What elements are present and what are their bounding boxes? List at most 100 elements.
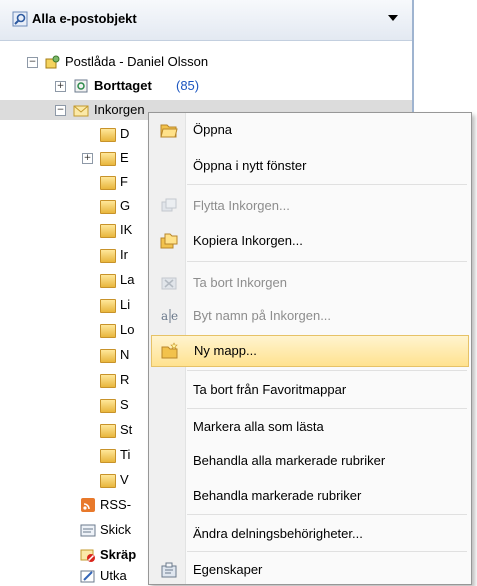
tree-item-label: RSS- [100,497,132,512]
tree-item-label: Ir [120,247,128,262]
folder-icon [100,299,116,313]
collapse-icon[interactable]: − [27,57,38,68]
tree-item-subfolder[interactable]: La [0,270,148,290]
menu-item-sharing-permissions[interactable]: Ändra delningsbehörigheter... [151,519,469,549]
tree-item-subfolder[interactable]: S [0,395,148,415]
menu-item-label: Ändra delningsbehörigheter... [193,526,363,541]
folder-icon [100,274,116,288]
menu-item-open-new-window[interactable]: Öppna i nytt fönster [151,151,469,181]
tree-item-subfolder[interactable]: N [0,345,148,365]
folder-icon [100,449,116,463]
tree-item-label: IK [120,222,133,237]
folder-icon [100,324,116,338]
tree-item-label: Skräp [100,547,137,562]
tree-item-subfolder[interactable]: Lo [0,320,148,340]
tree-item-subfolder[interactable]: R [0,370,148,390]
menu-item-rename[interactable]: a e Byt namn på Inkorgen... [151,301,469,331]
tree-item-rss[interactable]: RSS- [0,495,148,515]
drafts-icon [80,570,95,583]
folder-icon [100,176,116,190]
tree-item-label: R [120,372,130,387]
folder-icon [100,152,116,166]
inbox-icon [73,105,89,117]
properties-icon [161,562,177,578]
folder-icon [100,399,116,413]
tree-item-label: Utka [100,568,127,583]
tree-item-subfolder[interactable]: D [0,124,148,144]
menu-separator [187,261,467,262]
svg-text:a: a [161,309,168,323]
tree-item-deleted[interactable]: + Borttaget (85) [0,76,412,96]
tree-item-subfolder[interactable]: G [0,196,148,216]
menu-item-label: Öppna i nytt fönster [193,158,307,173]
menu-item-mark-all-read[interactable]: Markera alla som lästa [151,412,469,442]
expand-icon[interactable]: + [55,81,66,92]
menu-item-delete[interactable]: Ta bort Inkorgen [151,268,469,298]
tree-item-subfolder[interactable]: + E [0,148,148,168]
tree-item-subfolder[interactable]: V [0,470,148,490]
tree-item-subfolder[interactable]: Ir [0,245,148,265]
tree-item-junk[interactable]: Skräp [0,545,148,565]
menu-item-label: Öppna [193,122,233,137]
menu-separator [187,370,467,371]
menu-item-properties[interactable]: Egenskaper [151,555,469,585]
menu-item-copy[interactable]: Kopiera Inkorgen... [151,226,469,256]
svg-text:e: e [171,309,178,323]
menu-separator [187,184,467,185]
menu-item-label: Egenskaper [193,562,263,577]
rename-icon: a e [161,309,178,323]
menu-item-process-marked[interactable]: Behandla markerade rubriker [151,481,469,511]
folder-icon [100,128,116,142]
folder-icon [100,349,116,363]
menu-item-remove-favorites[interactable]: Ta bort från Favoritmappar [151,375,469,405]
tree-item-label: Li [120,297,131,312]
folder-icon [100,374,116,388]
menu-item-label: Behandla alla markerade rubriker [193,453,386,468]
tree-item-subfolder[interactable]: IK [0,220,148,240]
menu-item-label: Ta bort Inkorgen [193,275,287,290]
trash-icon [74,79,88,93]
tree-item-label: Skick [100,522,132,537]
expand-icon[interactable]: + [82,153,93,164]
menu-item-label: Ta bort från Favoritmappar [193,382,347,397]
menu-item-label: Ny mapp... [194,343,257,358]
menu-item-label: Byt namn på Inkorgen... [193,308,332,323]
rss-icon [81,498,95,512]
menu-item-move[interactable]: Flytta Inkorgen... [151,191,469,221]
unread-count: (85) [176,78,200,93]
folder-icon [100,200,116,214]
tree-item-label: St [120,422,133,437]
tree-item-outbox[interactable]: Utka [0,566,148,586]
menu-item-label: Markera alla som lästa [193,419,324,434]
menu-separator [187,551,467,552]
tree-item-subfolder[interactable]: St [0,420,148,440]
tree-item-subfolder[interactable]: Li [0,295,148,315]
tree-item-label: Ti [120,447,131,462]
junk-icon [80,549,95,562]
tree-item-label: V [120,472,129,487]
menu-item-new-folder[interactable]: Ny mapp... [151,335,469,367]
folder-icon [100,474,116,488]
menu-item-open[interactable]: Öppna [151,115,469,145]
tree-item-label: G [120,198,131,213]
menu-item-label: Behandla markerade rubriker [193,488,362,503]
tree-item-label: E [120,150,129,165]
tree-item-mailbox[interactable]: − Postlåda - Daniel Olsson [0,52,412,72]
tree-item-label: D [120,126,130,141]
menu-separator [187,514,467,515]
tree-item-sent[interactable]: Skick [0,520,148,540]
folder-view-title: Alla e-postobjekt [32,11,137,26]
dropdown-arrow-icon[interactable] [388,15,398,21]
tree-item-subfolder[interactable]: Ti [0,445,148,465]
mailbox-icon [45,55,60,69]
tree-item-label: F [120,174,128,189]
tree-item-label: Borttaget [94,78,152,93]
move-folder-icon [161,198,177,212]
collapse-icon[interactable]: − [55,105,66,116]
folder-view-dropdown[interactable]: Alla e-postobjekt [0,0,412,41]
tree-item-label: La [120,272,135,287]
folder-icon [100,424,116,438]
copy-folder-icon [160,233,178,249]
menu-item-process-all-marked[interactable]: Behandla alla markerade rubriker [151,446,469,476]
tree-item-subfolder[interactable]: F [0,172,148,192]
